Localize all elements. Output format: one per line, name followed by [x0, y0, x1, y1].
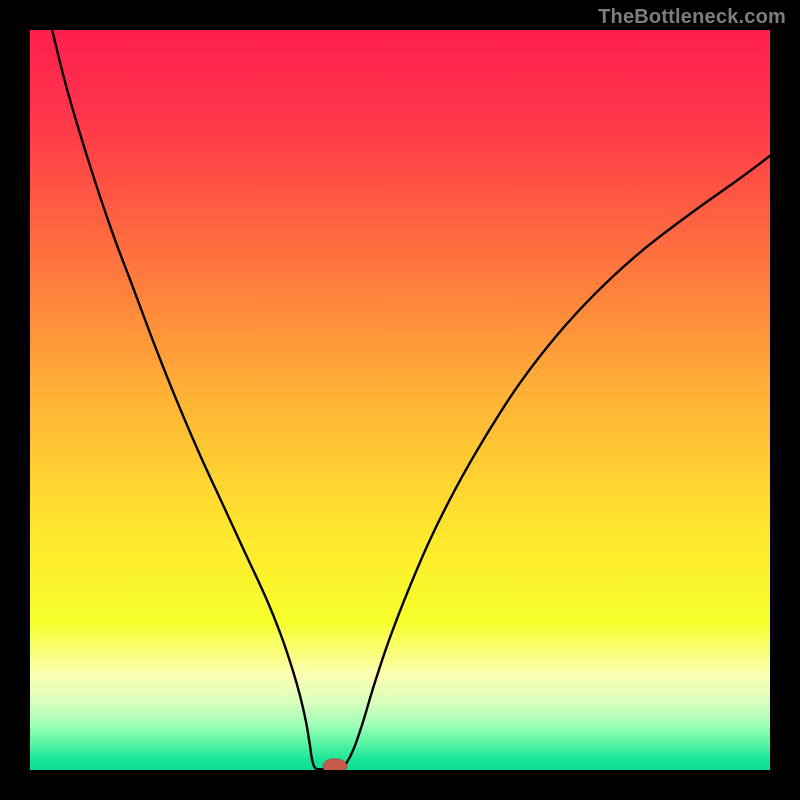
chart-root: TheBottleneck.com — [0, 0, 800, 800]
plot-frame — [30, 30, 770, 770]
watermark-text: TheBottleneck.com — [598, 6, 786, 29]
marker-point — [323, 759, 347, 770]
chart-svg — [30, 30, 770, 770]
chart-background — [30, 30, 770, 770]
